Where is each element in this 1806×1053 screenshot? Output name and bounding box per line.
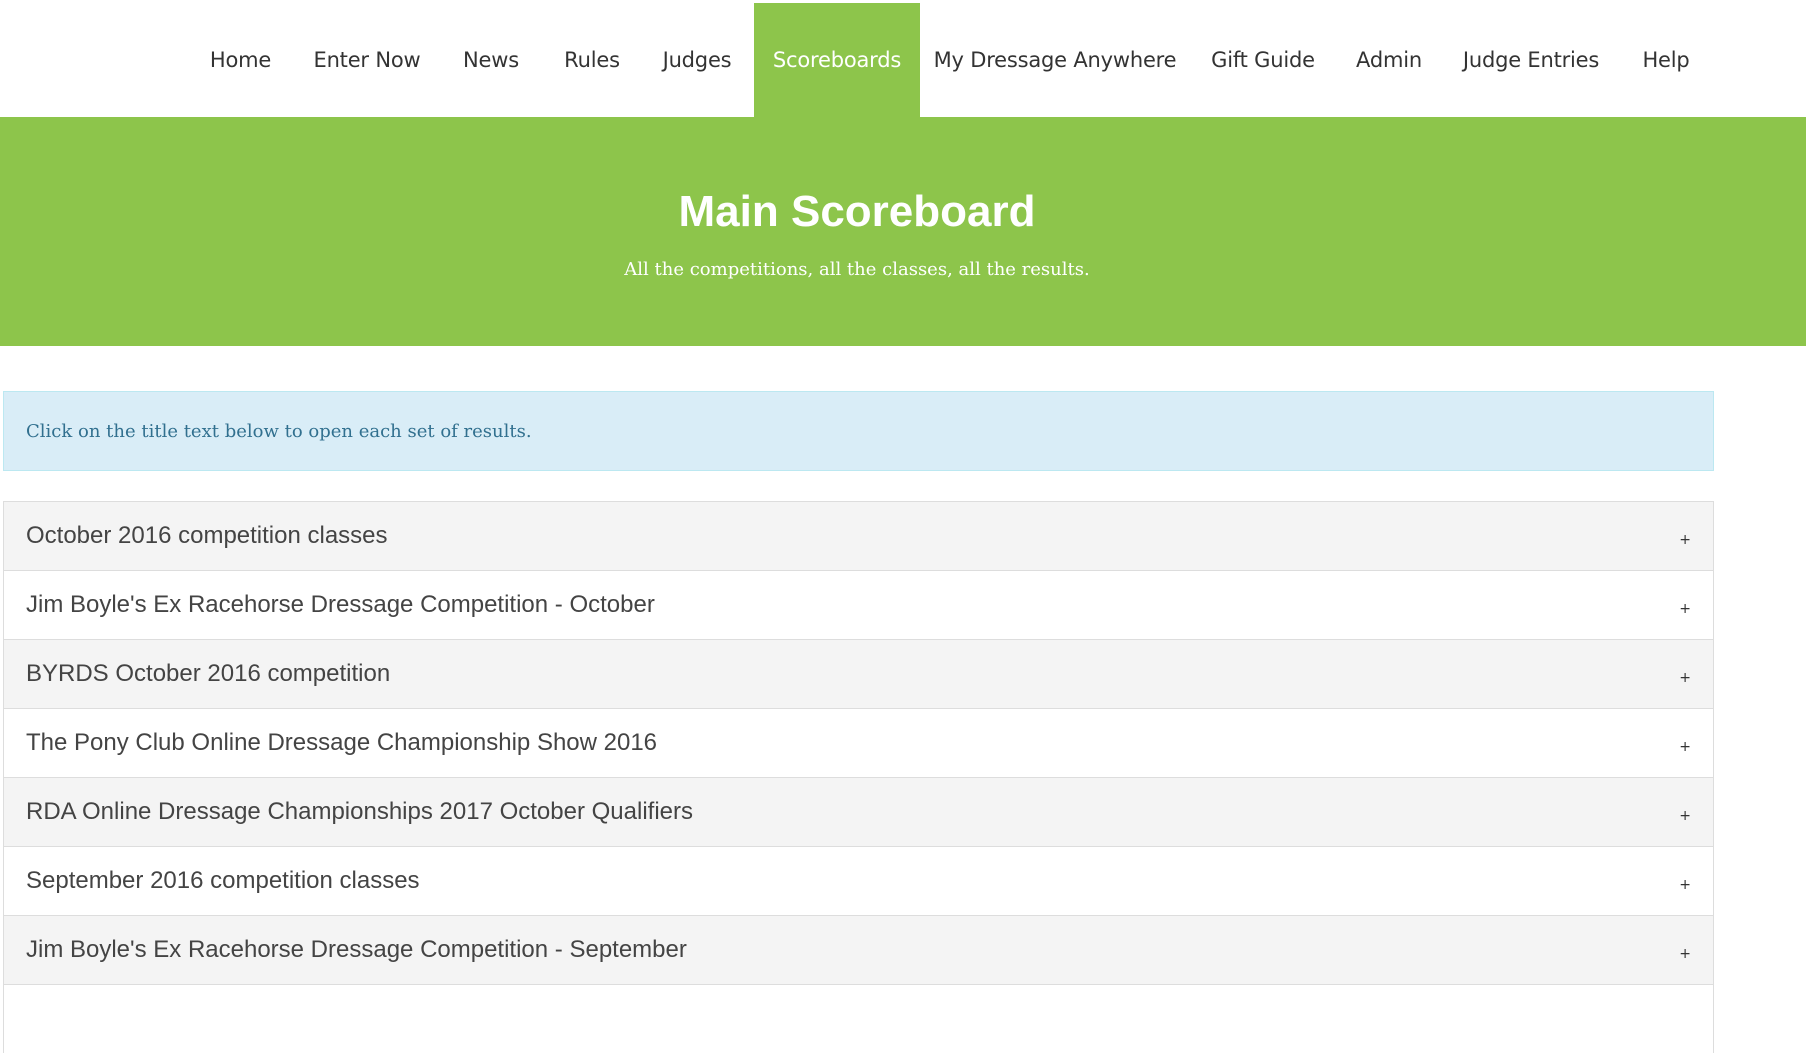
nav-news[interactable]: News xyxy=(450,3,532,117)
expand-icon[interactable]: + xyxy=(1679,739,1691,755)
accordion-item[interactable]: Jim Boyle's Ex Racehorse Dressage Compet… xyxy=(3,570,1714,639)
accordion-item-title[interactable]: BYRDS October 2016 competition xyxy=(26,660,390,688)
expand-icon[interactable]: + xyxy=(1679,877,1691,893)
nav-my-dressage-anywhere[interactable]: My Dressage Anywhere xyxy=(930,3,1180,117)
nav-gift-guide[interactable]: Gift Guide xyxy=(1200,3,1326,117)
accordion-item-title[interactable]: September 2016 competition classes xyxy=(26,867,420,895)
nav-judges[interactable]: Judges xyxy=(652,3,742,117)
top-navigation: Home Enter Now News Rules Judges Scorebo… xyxy=(0,0,1806,117)
accordion-item[interactable]: The Pony Club Online Dressage Championsh… xyxy=(3,708,1714,777)
nav-help[interactable]: Help xyxy=(1628,3,1704,117)
nav-judge-entries[interactable]: Judge Entries xyxy=(1452,3,1610,117)
expand-icon[interactable]: + xyxy=(1679,808,1691,824)
nav-admin[interactable]: Admin xyxy=(1346,3,1432,117)
accordion-item[interactable]: September 2016 competition classes + xyxy=(3,846,1714,915)
page-title: Main Scoreboard xyxy=(678,187,1036,236)
accordion-item[interactable]: BYRDS October 2016 competition + xyxy=(3,639,1714,708)
accordion-item[interactable]: RDA Online Dressage Championships 2017 O… xyxy=(3,777,1714,846)
accordion-item[interactable]: Jim Boyle's Ex Racehorse Dressage Compet… xyxy=(3,915,1714,984)
page-header: Main Scoreboard All the competitions, al… xyxy=(0,117,1806,346)
nav-enter-now[interactable]: Enter Now xyxy=(304,3,430,117)
expand-icon[interactable]: + xyxy=(1679,670,1691,686)
accordion-item[interactable] xyxy=(3,984,1714,1053)
nav-scoreboards[interactable]: Scoreboards xyxy=(754,3,920,117)
nav-home[interactable]: Home xyxy=(192,3,289,117)
nav-rules[interactable]: Rules xyxy=(552,3,632,117)
accordion-item[interactable]: October 2016 competition classes + xyxy=(3,501,1714,570)
accordion-item-title[interactable]: October 2016 competition classes xyxy=(26,522,388,550)
accordion-item-title[interactable]: Jim Boyle's Ex Racehorse Dressage Compet… xyxy=(26,591,655,619)
info-alert: Click on the title text below to open ea… xyxy=(3,391,1714,471)
expand-icon[interactable]: + xyxy=(1679,532,1691,548)
info-alert-text: Click on the title text below to open ea… xyxy=(26,420,532,442)
competition-accordion: October 2016 competition classes + Jim B… xyxy=(3,501,1714,1053)
expand-icon[interactable]: + xyxy=(1679,946,1691,962)
accordion-item-title[interactable]: The Pony Club Online Dressage Championsh… xyxy=(26,729,657,757)
expand-icon[interactable]: + xyxy=(1679,601,1691,617)
accordion-item-title[interactable]: RDA Online Dressage Championships 2017 O… xyxy=(26,798,693,826)
accordion-item-title[interactable]: Jim Boyle's Ex Racehorse Dressage Compet… xyxy=(26,936,687,964)
page-subtitle: All the competitions, all the classes, a… xyxy=(624,259,1090,280)
